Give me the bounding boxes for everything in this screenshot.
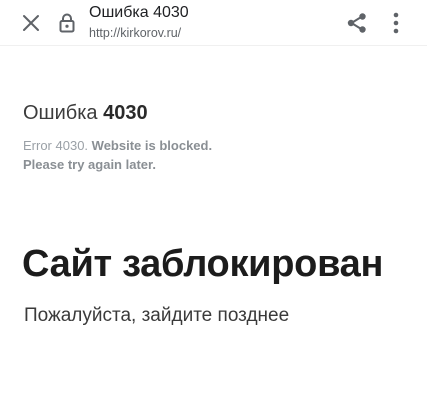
- page-title: Ошибка 4030: [89, 4, 189, 21]
- page-url[interactable]: http://kirkorov.ru/: [89, 25, 181, 41]
- lock-icon[interactable]: [56, 11, 78, 35]
- more-vert-icon[interactable]: [382, 9, 410, 37]
- browser-toolbar: Ошибка 4030 http://kirkorov.ru/: [0, 0, 427, 46]
- error-english-blocked: Website is blocked.: [91, 138, 213, 153]
- error-english-message: Error 4030. Website is blocked. Please t…: [23, 136, 323, 174]
- error-word: Ошибка: [23, 102, 98, 124]
- close-icon[interactable]: [18, 10, 44, 36]
- blocked-subtitle: Пожалуйста, зайдите позднее: [24, 305, 290, 326]
- share-icon[interactable]: [343, 9, 371, 37]
- error-english-retry: Please try again later.: [23, 157, 156, 172]
- blocked-title: Сайт заблокирован: [22, 243, 384, 285]
- error-code: 4030: [103, 102, 148, 124]
- error-english-prefix: Error 4030.: [23, 138, 89, 153]
- error-heading: Ошибка 4030: [23, 101, 148, 125]
